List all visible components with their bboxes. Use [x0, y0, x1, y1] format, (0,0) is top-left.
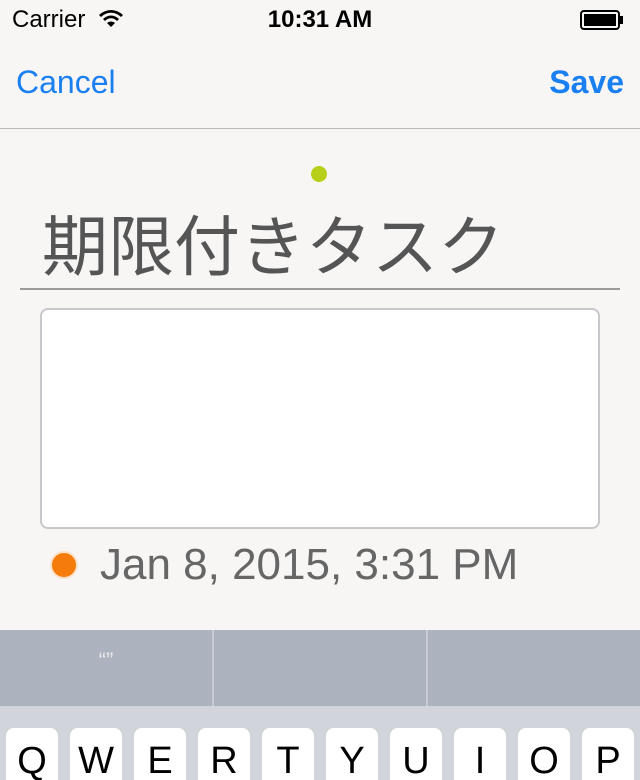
due-date-indicator	[50, 551, 78, 579]
edit-task-screen: Carrier 10:31 AM Cancel Save Jan 8, 2015…	[0, 0, 640, 780]
task-color-dot[interactable]	[311, 166, 327, 182]
key-t[interactable]: T	[262, 728, 314, 780]
key-w[interactable]: W	[70, 728, 122, 780]
navigation-bar: Cancel Save	[0, 40, 640, 129]
battery-icon	[580, 10, 623, 30]
key-q[interactable]: Q	[6, 728, 58, 780]
status-bar: Carrier 10:31 AM	[0, 0, 640, 40]
suggestion-1[interactable]: “”	[0, 630, 212, 706]
keyboard: Q W E R T Y U I O P	[0, 706, 640, 780]
cancel-button[interactable]: Cancel	[16, 64, 116, 101]
key-e[interactable]: E	[134, 728, 186, 780]
status-time: 10:31 AM	[267, 6, 373, 33]
key-r[interactable]: R	[198, 728, 250, 780]
keyboard-suggestion-bar: “”	[0, 630, 640, 706]
key-p[interactable]: P	[582, 728, 634, 780]
save-button[interactable]: Save	[549, 64, 624, 101]
key-o[interactable]: O	[518, 728, 570, 780]
key-i[interactable]: I	[454, 728, 506, 780]
task-title-input[interactable]	[20, 196, 620, 290]
task-notes-field[interactable]	[40, 308, 600, 529]
due-date-label[interactable]: Jan 8, 2015, 3:31 PM	[100, 540, 518, 590]
suggestion-2[interactable]	[214, 630, 426, 706]
key-u[interactable]: U	[390, 728, 442, 780]
suggestion-3[interactable]	[428, 630, 640, 706]
key-y[interactable]: Y	[326, 728, 378, 780]
